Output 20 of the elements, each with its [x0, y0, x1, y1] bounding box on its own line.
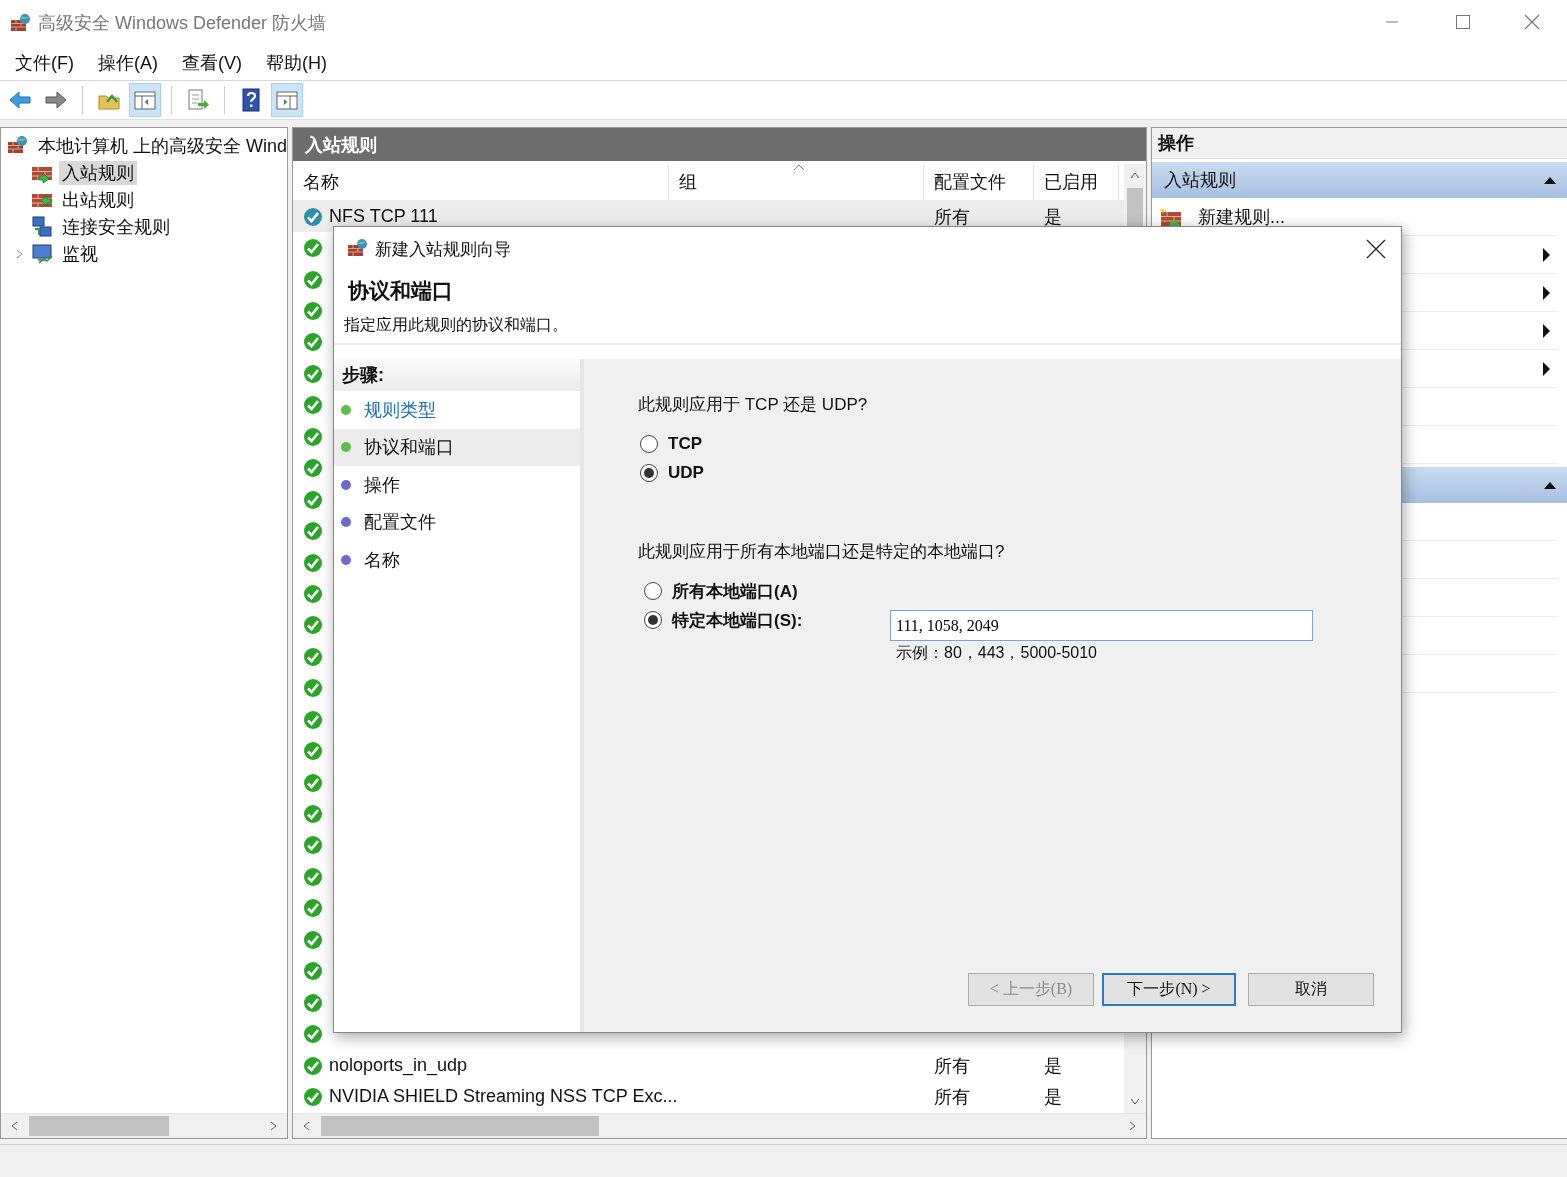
question-text: 此规则应用于 TCP 还是 UDP? [638, 394, 869, 416]
dialog-title: 新建入站规则向导 [375, 238, 512, 261]
table-cell-text: 所有 [934, 1054, 970, 1078]
page-subtitle: 指定应用此规则的协议和端口。 [334, 307, 1401, 345]
table-cell-text: 所有 [934, 1085, 970, 1109]
example-text: 示例：80，443，5000-5010 [895, 643, 1098, 663]
table-cell-text: 所有 [934, 205, 970, 229]
table-cell: NVIDIA SHIELD Streaming NSS TCP Exc... [329, 1086, 678, 1108]
table-cell-text: 是 [1044, 1054, 1062, 1078]
page-heading: 协议和端口 [347, 278, 454, 304]
section-title: 入站规则 [1164, 169, 1236, 192]
pane-header: 操作 [1152, 128, 1567, 159]
question-text: 此规则应用于所有本地端口还是特定的本地端口? [638, 541, 1006, 563]
table-cell-text: 是 [1044, 205, 1062, 229]
table-cell-text: 是 [1044, 1085, 1062, 1109]
window-title: 高级安全 Windows Defender 防火墙 [38, 11, 328, 35]
table-cell: NFS TCP 111 [329, 206, 438, 228]
pane-header: 入站规则 [293, 128, 1146, 164]
steps-header: 步骤: [334, 359, 580, 391]
table-cell: noloports_in_udp [329, 1055, 468, 1077]
